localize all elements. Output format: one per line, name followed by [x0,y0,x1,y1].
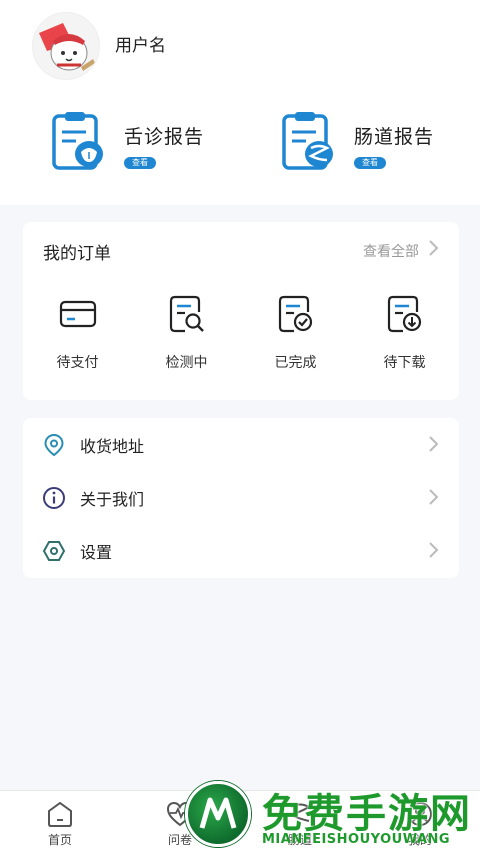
avatar[interactable] [32,12,100,80]
menu-item-settings-label: 设置 [80,542,113,562]
tab-mine[interactable]: 我的 [360,791,480,853]
order-completed[interactable]: 已完成 [241,294,350,372]
tab-home-label: 首页 [47,833,72,847]
view-all-orders-link[interactable]: 查看全部 [363,241,419,261]
gut-report-icon [282,112,333,170]
tongue-report-card[interactable]: 舌诊报告 查看 [50,110,204,180]
order-completed-label: 已完成 [274,355,317,371]
chevron-right-icon [429,436,439,452]
order-testing-label: 检测中 [165,355,208,371]
gut-report-title: 肠道报告 [354,126,435,148]
menu-item-about-label: 关于我们 [80,489,145,509]
tab-gut[interactable]: 肠道 [240,791,360,853]
tongue-report-title: 舌诊报告 [124,126,205,148]
avatar-illustration [33,13,99,79]
location-icon [44,433,64,456]
tab-questionnaire[interactable]: 问卷 [120,791,240,853]
order-testing[interactable]: 检测中 [132,294,241,372]
profile-header: 用户名 舌诊报告 查看 肠道报告 查看 [0,0,480,205]
tab-home[interactable]: 首页 [0,791,120,853]
doc-check-icon [278,295,312,333]
order-pending-download[interactable]: 待下载 [350,294,459,372]
menu-card: 收货地址 关于我们 设置 [23,418,459,578]
tab-mine-label: 我的 [407,833,432,847]
home-icon [48,801,72,827]
tongue-report-view-button[interactable]: 查看 [124,157,156,169]
tongue-report-icon [52,112,103,170]
card-icon [59,300,96,328]
chevron-right-icon [429,542,439,558]
gut-icon [288,803,312,822]
chevron-right-icon [429,489,439,505]
doc-search-icon [169,295,204,333]
menu-item-address-label: 收货地址 [80,436,145,456]
heartbeat-icon [166,801,194,827]
order-pending-payment-label: 待支付 [56,355,99,371]
info-icon [43,486,65,509]
tab-questionnaire-label: 问卷 [167,833,192,847]
chevron-right-icon[interactable] [427,239,439,257]
username[interactable]: 用户名 [115,31,166,56]
orders-title: 我的订单 [43,244,111,264]
bottom-tab-bar: 首页 问卷 肠道 我的 [0,790,480,853]
doc-download-icon [387,295,421,333]
order-pending-download-label: 待下载 [383,355,426,371]
gut-report-view-button[interactable]: 查看 [354,157,386,169]
menu-item-settings[interactable]: 设置 [23,524,459,577]
gut-report-card[interactable]: 肠道报告 查看 [280,110,434,180]
tab-gut-label: 肠道 [287,833,312,847]
profile-icon [408,802,432,826]
menu-item-address[interactable]: 收货地址 [23,418,459,471]
settings-icon [42,540,66,561]
orders-card: 我的订单 查看全部 待支付 检测中 已完成 待下载 [23,222,459,400]
order-pending-payment[interactable]: 待支付 [23,294,132,372]
menu-item-about[interactable]: 关于我们 [23,471,459,524]
